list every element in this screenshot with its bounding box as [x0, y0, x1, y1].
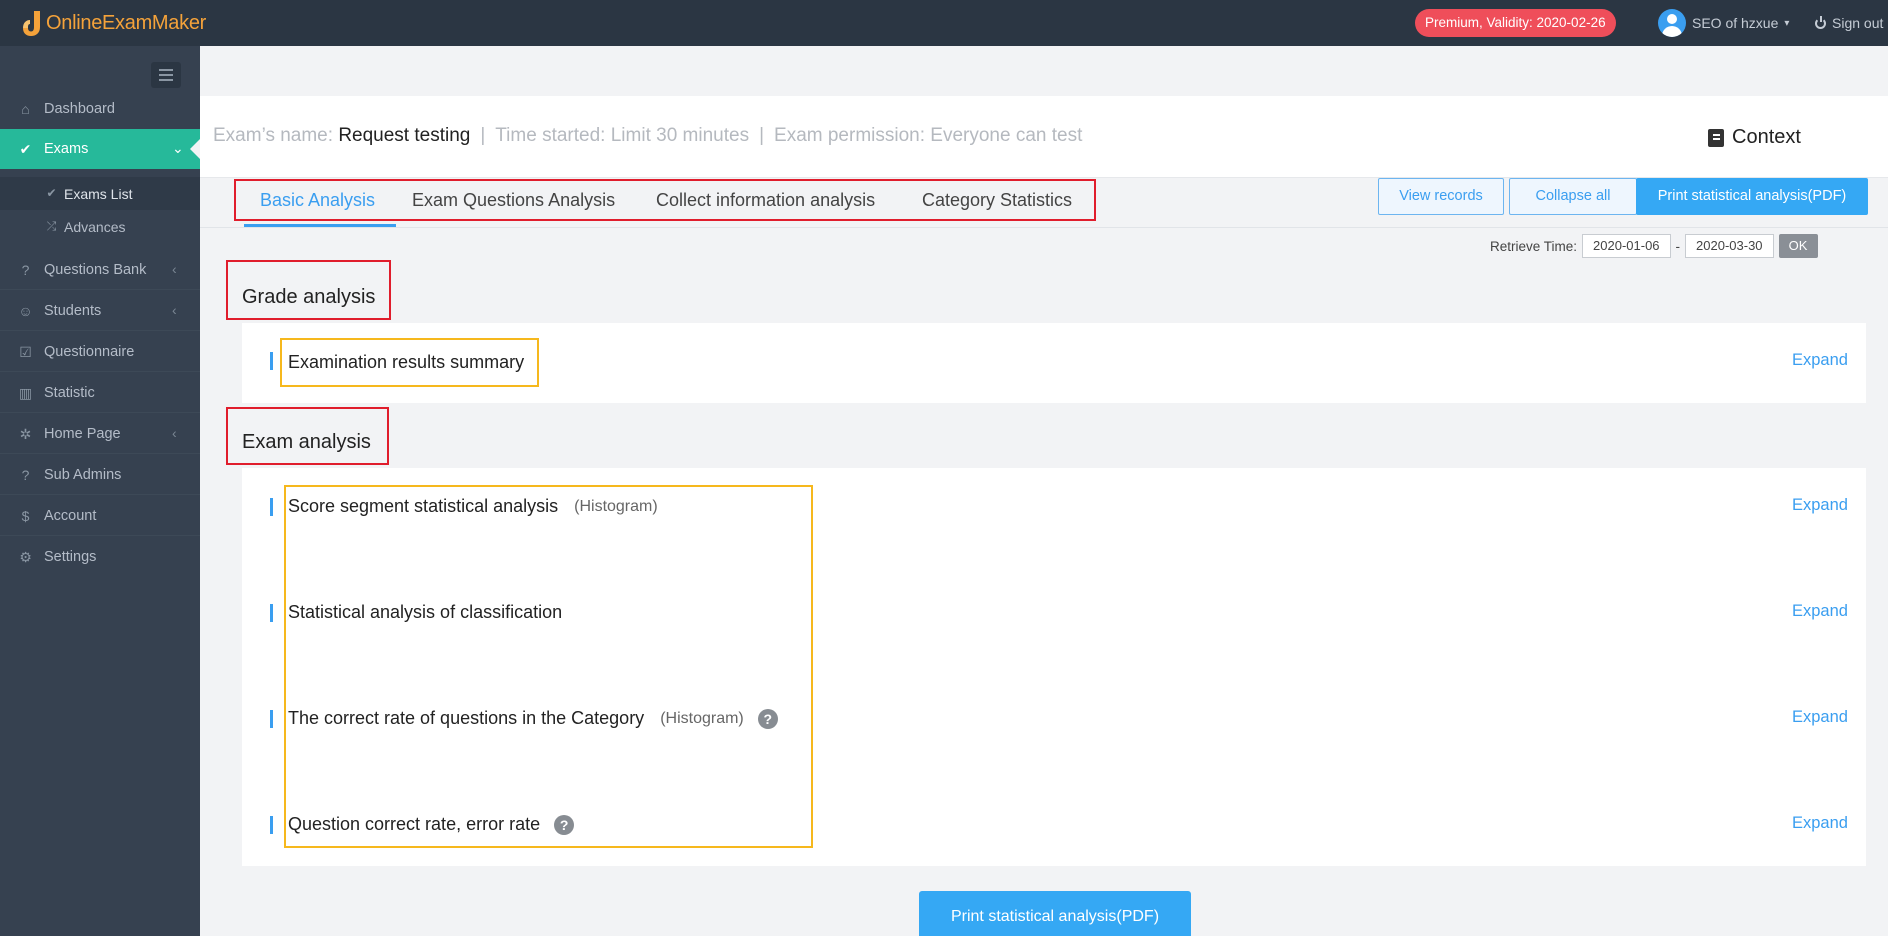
sidebar-item-questions-bank[interactable]: ? Questions Bank ‹ — [0, 250, 200, 290]
active-tab-indicator — [244, 224, 396, 227]
sidebar-subitem-exams-list[interactable]: ✔ Exams List — [0, 177, 200, 210]
expand-score-segment-link[interactable]: Expand — [1792, 496, 1848, 515]
sidebar-item-label: Students — [44, 302, 102, 319]
context-button[interactable]: Context — [1708, 126, 1801, 149]
question-circle-icon: ? — [21, 467, 30, 483]
sidebar-item-label: Questionnaire — [44, 343, 135, 360]
expand-category-correct-rate-link[interactable]: Expand — [1792, 708, 1848, 727]
exam-name-label: Exam’s name: — [213, 125, 334, 146]
sidebar-item-exams[interactable]: ✔ Exams ⌄ — [0, 129, 200, 169]
sidebar-item-label: Account — [44, 507, 97, 524]
exam-info: Exam’s name: Request testing | Time starte… — [213, 125, 1083, 146]
app-name: OnlineExamMaker — [46, 11, 207, 34]
row-accent-bar — [270, 352, 273, 370]
bar-chart-icon: ▥ — [18, 385, 33, 401]
collapse-all-button[interactable]: Collapse all — [1509, 178, 1637, 215]
sidebar: ⌂ Dashboard ✔ Exams ⌄ ✔ Exams List ⤮ Adv… — [0, 46, 200, 936]
sign-out-label: Sign out — [1832, 15, 1884, 31]
home-page-icon: ✲ — [19, 426, 32, 442]
context-label: Context — [1732, 126, 1801, 148]
sidebar-item-statistic[interactable]: ▥ Statistic — [0, 373, 200, 413]
top-bar: OnlineExamMaker Premium, Validity: 2020-… — [0, 0, 1888, 46]
sidebar-item-label: Dashboard — [44, 101, 115, 117]
row-accent-bar — [270, 710, 273, 728]
user-name: SEO of hzxue — [1692, 15, 1779, 31]
time-started-value: Limit 30 minutes — [610, 125, 750, 146]
print-pdf-button[interactable]: Print statistical analysis(PDF) — [1636, 178, 1868, 215]
sidebar-item-label: Home Page — [44, 425, 121, 442]
sidebar-item-label: Questions Bank — [44, 261, 147, 278]
dollar-icon: $ — [21, 508, 30, 524]
annotation-exam-rows-box — [284, 485, 813, 848]
logo-icon — [23, 11, 40, 36]
user-menu[interactable]: SEO of hzxue ▾ — [1658, 9, 1789, 37]
annotation-grade-title-box — [226, 260, 391, 320]
bottom-print-pdf-button[interactable]: Print statistical analysis(PDF) — [919, 891, 1191, 936]
view-records-button[interactable]: View records — [1378, 178, 1504, 215]
annotation-summary-box — [280, 338, 539, 387]
expand-classification-link[interactable]: Expand — [1792, 602, 1848, 621]
home-icon: ⌂ — [21, 101, 30, 117]
sidebar-subitem-label: Exams List — [64, 185, 133, 202]
exam-name-value: Request testing — [338, 125, 471, 146]
logo[interactable]: OnlineExamMaker — [20, 8, 206, 38]
menu-toggle-icon[interactable] — [151, 62, 181, 88]
check-circle-icon: ✔ — [19, 141, 32, 157]
sidebar-subitem-advances[interactable]: ⤮ Advances — [0, 210, 200, 243]
users-icon: ☺ — [18, 303, 33, 319]
checkbox-icon: ☑ — [19, 344, 32, 360]
power-icon — [1815, 15, 1826, 29]
start-date-input[interactable]: 2020-01-06 — [1582, 234, 1671, 258]
annotation-exam-title-box — [226, 407, 389, 465]
sidebar-item-home-page[interactable]: ✲ Home Page ‹ — [0, 414, 200, 454]
sidebar-item-settings[interactable]: ⚙ Settings — [0, 537, 200, 577]
row-accent-bar — [270, 604, 273, 622]
sidebar-item-label: Settings — [44, 549, 97, 565]
check-circle-icon: ✔ — [46, 186, 57, 200]
active-indicator — [190, 139, 200, 159]
exam-header: Exam’s name: Request testing | Time starte… — [200, 96, 1888, 178]
time-started-label: Time started: — [495, 125, 606, 146]
end-date-input[interactable]: 2020-03-30 — [1685, 234, 1774, 258]
sidebar-item-label: Exams — [44, 141, 89, 157]
chevron-down-icon: ⌄ — [172, 140, 184, 156]
ok-button[interactable]: OK — [1778, 234, 1818, 258]
row-accent-bar — [270, 816, 273, 834]
question-circle-icon: ? — [21, 262, 30, 278]
avatar — [1658, 9, 1686, 37]
retrieve-time-filter: Retrieve Time: 2020-01-06 - 2020-03-30 O… — [1490, 234, 1818, 258]
book-icon — [1708, 128, 1724, 147]
chevron-left-icon: ‹ — [172, 425, 177, 441]
expand-results-summary-link[interactable]: Expand — [1792, 351, 1848, 370]
permission-value: Everyone can test — [930, 125, 1083, 146]
chevron-left-icon: ‹ — [172, 261, 177, 277]
expand-question-correct-rate-link[interactable]: Expand — [1792, 814, 1848, 833]
sidebar-item-account[interactable]: $ Account — [0, 496, 200, 536]
annotation-tabs-box — [234, 179, 1096, 221]
premium-badge[interactable]: Premium, Validity: 2020-02-26 — [1415, 9, 1616, 37]
sidebar-item-label: Sub Admins — [44, 466, 122, 483]
shuffle-icon: ⤮ — [46, 219, 57, 233]
sidebar-item-students[interactable]: ☺ Students ‹ — [0, 291, 200, 331]
gear-icon: ⚙ — [19, 549, 32, 565]
permission-label: Exam permission: — [774, 125, 926, 146]
sidebar-subitem-label: Advances — [64, 218, 126, 235]
sidebar-item-dashboard[interactable]: ⌂ Dashboard — [0, 89, 200, 129]
sidebar-item-sub-admins[interactable]: ? Sub Admins — [0, 455, 200, 495]
chevron-down-icon: ▾ — [1784, 17, 1790, 29]
sidebar-item-questionnaire[interactable]: ☑ Questionnaire — [0, 332, 200, 372]
chevron-left-icon: ‹ — [172, 302, 177, 318]
sidebar-item-label: Statistic — [44, 384, 95, 401]
sign-out-button[interactable]: Sign out — [1815, 15, 1883, 31]
row-accent-bar — [270, 498, 273, 516]
retrieve-time-label: Retrieve Time: — [1490, 238, 1578, 254]
date-separator: - — [1675, 238, 1681, 254]
